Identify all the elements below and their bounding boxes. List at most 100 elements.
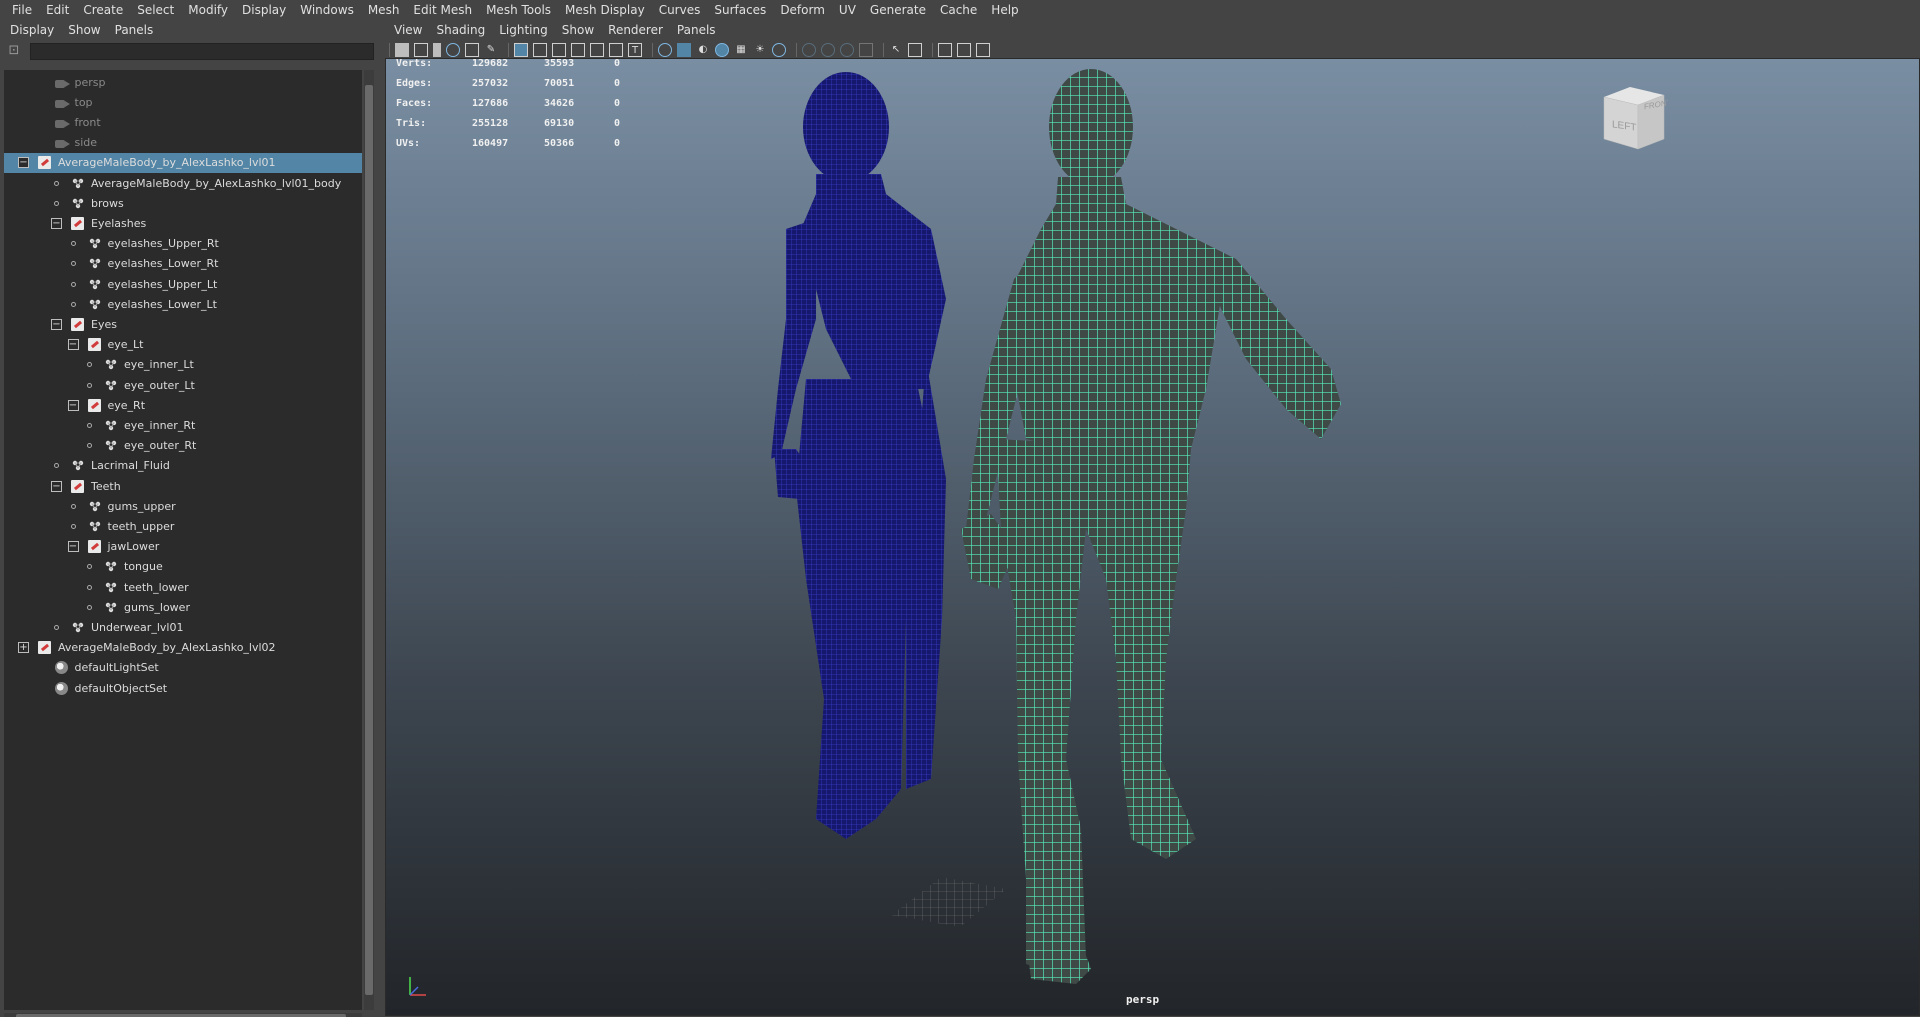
outliner-item-eyelashes-lower-lt[interactable]: eyelashes_Lower_Lt <box>4 294 362 314</box>
outliner-item-defaultlightset[interactable]: defaultLightSet <box>4 658 362 678</box>
resolution-gate-icon[interactable] <box>552 43 566 57</box>
outliner-item-persp[interactable]: persp <box>4 72 362 92</box>
viewport-menu-show[interactable]: Show <box>556 23 602 37</box>
outliner-item-top[interactable]: top <box>4 92 362 112</box>
viewport-menu-lighting[interactable]: Lighting <box>493 23 556 37</box>
outliner-horizontal-scrollbar[interactable] <box>4 1013 362 1017</box>
use-all-lights-icon[interactable]: ☀ <box>753 43 767 57</box>
field-chart-icon[interactable] <box>590 43 604 57</box>
outliner-item-eyelashes-lower-rt[interactable]: eyelashes_Lower_Rt <box>4 254 362 274</box>
collapse-icon[interactable]: − <box>67 399 79 411</box>
outliner-item-jawlower[interactable]: − jawLower <box>4 537 362 557</box>
shadows-icon[interactable] <box>772 43 786 57</box>
menu-cache[interactable]: Cache <box>934 3 985 17</box>
outliner-item-eyelashes[interactable]: − Eyelashes <box>4 213 362 233</box>
outliner-item-teeth-upper[interactable]: teeth_upper <box>4 516 362 536</box>
grease-pencil-icon[interactable]: ✎ <box>484 43 498 57</box>
scrollbar-thumb[interactable] <box>365 85 373 995</box>
textured-icon[interactable]: ▦ <box>734 43 748 57</box>
collapse-icon[interactable]: − <box>51 318 62 330</box>
outliner-item-gums-upper[interactable]: gums_upper <box>4 496 362 516</box>
expand-icon[interactable]: + <box>18 642 29 654</box>
outliner-menu-show[interactable]: Show <box>62 23 108 37</box>
collapse-icon[interactable]: − <box>51 480 62 492</box>
menu-surfaces[interactable]: Surfaces <box>708 3 774 17</box>
collapse-icon[interactable]: − <box>51 217 62 229</box>
wireframe-icon[interactable] <box>658 43 672 57</box>
safe-title-icon[interactable]: T <box>628 43 642 57</box>
menu-edit-mesh[interactable]: Edit Mesh <box>407 3 480 17</box>
viewport-menu-renderer[interactable]: Renderer <box>602 23 671 37</box>
menu-mesh-tools[interactable]: Mesh Tools <box>480 3 559 17</box>
menu-curves[interactable]: Curves <box>653 3 709 17</box>
menu-mesh-display[interactable]: Mesh Display <box>559 3 653 17</box>
outliner-item-front[interactable]: front <box>4 112 362 132</box>
xray-joints-icon[interactable] <box>938 43 952 57</box>
outliner-item-side[interactable]: side <box>4 133 362 153</box>
menu-uv[interactable]: UV <box>833 3 864 17</box>
screen-space-ao-icon[interactable] <box>802 43 816 57</box>
multisample-aa-icon[interactable] <box>840 43 854 57</box>
outliner-item-eye-outer-lt[interactable]: eye_outer_Lt <box>4 375 362 395</box>
outliner-item-eye-outer-rt[interactable]: eye_outer_Rt <box>4 436 362 456</box>
camera-attributes-icon[interactable] <box>414 43 428 57</box>
isolate-select-icon[interactable]: ↖ <box>889 43 903 57</box>
xray-icon[interactable] <box>908 43 922 57</box>
outliner-item-gums-lower[interactable]: gums_lower <box>4 597 362 617</box>
menu-edit[interactable]: Edit <box>40 3 77 17</box>
outliner-item-teeth-lower[interactable]: teeth_lower <box>4 577 362 597</box>
outliner-item-lacrimal-fluid[interactable]: Lacrimal_Fluid <box>4 456 362 476</box>
gate-mask-icon[interactable] <box>571 43 585 57</box>
outliner-item-eyelashes-upper-lt[interactable]: eyelashes_Upper_Lt <box>4 274 362 294</box>
outliner-item-defaultobjectset[interactable]: defaultObjectSet <box>4 678 362 698</box>
outliner-item-brows[interactable]: brows <box>4 193 362 213</box>
collapse-icon[interactable]: − <box>67 541 79 553</box>
menu-deform[interactable]: Deform <box>774 3 833 17</box>
outliner-item-eye-rt[interactable]: − eye_Rt <box>4 395 362 415</box>
image-plane-icon[interactable] <box>446 43 460 57</box>
menu-generate[interactable]: Generate <box>864 3 934 17</box>
outliner-item-eye-lt[interactable]: − eye_Lt <box>4 335 362 355</box>
motion-blur-icon[interactable] <box>821 43 835 57</box>
menu-help[interactable]: Help <box>985 3 1026 17</box>
menu-windows[interactable]: Windows <box>294 3 362 17</box>
outliner-item-eye-inner-rt[interactable]: eye_inner_Rt <box>4 415 362 435</box>
filter-icon[interactable]: ⊡ <box>6 43 22 59</box>
menu-mesh[interactable]: Mesh <box>362 3 408 17</box>
outliner-item-eyes[interactable]: − Eyes <box>4 314 362 334</box>
outliner-item-eyelashes-upper-rt[interactable]: eyelashes_Upper_Rt <box>4 234 362 254</box>
select-camera-icon[interactable] <box>395 43 409 57</box>
outliner-menu-panels[interactable]: Panels <box>109 23 162 37</box>
outliner-item-averagemalebody-by-alexlashko-lvl01-body[interactable]: AverageMaleBody_by_AlexLashko_lvl01_body <box>4 173 362 193</box>
xray-active-components-icon[interactable] <box>957 43 971 57</box>
grid-icon[interactable] <box>514 43 528 57</box>
outliner-item-averagemalebody-by-alexlashko-lvl01[interactable]: − AverageMaleBody_by_AlexLashko_lvl01 <box>4 152 362 173</box>
wireframe-on-shaded-icon[interactable] <box>715 43 729 57</box>
outliner-search-input[interactable] <box>30 42 374 60</box>
outliner-item-averagemalebody-by-alexlashko-lvl02[interactable]: + AverageMaleBody_by_AlexLashko_lvl02 <box>4 638 362 658</box>
outliner-item-teeth[interactable]: − Teeth <box>4 476 362 496</box>
collapse-icon[interactable]: − <box>18 157 29 169</box>
viewport-menu-shading[interactable]: Shading <box>430 23 493 37</box>
viewport-menu-view[interactable]: View <box>388 23 430 37</box>
bookmark-icon[interactable] <box>433 43 441 57</box>
collapse-icon[interactable]: − <box>67 339 79 351</box>
outliner-vertical-scrollbar[interactable] <box>364 70 374 1010</box>
menu-modify[interactable]: Modify <box>182 3 236 17</box>
depth-of-field-icon[interactable] <box>859 43 873 57</box>
outliner-menu-display[interactable]: Display <box>4 23 62 37</box>
menu-file[interactable]: File <box>6 3 40 17</box>
smooth-shade-icon[interactable] <box>677 43 691 57</box>
use-default-material-icon[interactable]: ◐ <box>696 43 710 57</box>
viewcube[interactable]: LEFT FRONT <box>1596 83 1668 155</box>
outliner-item-tongue[interactable]: tongue <box>4 557 362 577</box>
menu-display[interactable]: Display <box>236 3 294 17</box>
menu-select[interactable]: Select <box>131 3 182 17</box>
3d-viewport[interactable]: Verts: 129682 35593 0 Edges: 257032 70051 0 Face… <box>385 58 1920 1016</box>
menu-create[interactable]: Create <box>77 3 131 17</box>
safe-action-icon[interactable] <box>609 43 623 57</box>
2d-pan-zoom-icon[interactable] <box>465 43 479 57</box>
outliner-item-underwear-lvl01[interactable]: Underwear_lvl01 <box>4 617 362 637</box>
viewport-menu-panels[interactable]: Panels <box>671 23 724 37</box>
backface-culling-icon[interactable] <box>976 43 990 57</box>
